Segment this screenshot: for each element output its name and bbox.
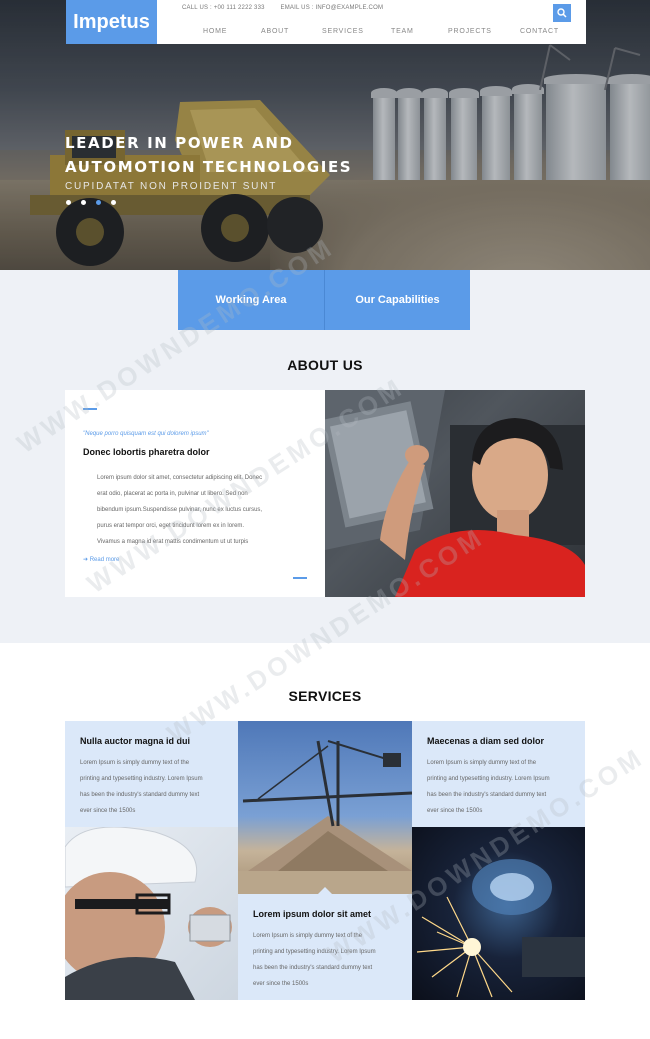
search-button[interactable] bbox=[553, 4, 571, 22]
about-line: Lorem ipsum dolor sit amet, consectetur … bbox=[97, 475, 263, 481]
accent-bar bbox=[83, 408, 97, 410]
engineer-photo bbox=[65, 827, 238, 1000]
service-line: has been the industry's standard dummy t… bbox=[80, 792, 200, 798]
service-line: printing and typesetting industry. Lorem… bbox=[253, 949, 376, 955]
nav-home[interactable]: HOME bbox=[203, 28, 261, 35]
service-line: ever since the 1500s bbox=[427, 808, 483, 814]
crane-illustration bbox=[238, 740, 412, 894]
nav-projects[interactable]: PROJECTS bbox=[448, 28, 520, 35]
feature-tabs: Working Area Our Capabilities bbox=[178, 270, 470, 330]
hero-subtitle: CUPIDATAT NON PROIDENT SUNT bbox=[65, 181, 278, 192]
service-card-1: Nulla auctor magna id dui Lorem Ipsum is… bbox=[65, 721, 238, 827]
slider-dot-1[interactable] bbox=[66, 200, 71, 205]
notch bbox=[318, 887, 332, 894]
service-line: ever since the 1500s bbox=[80, 808, 136, 814]
nav-about[interactable]: ABOUT bbox=[261, 28, 322, 35]
slider-dots bbox=[66, 200, 116, 205]
about-line: erat odio, placerat ac porta in, pulvina… bbox=[97, 491, 248, 497]
tab-our-capabilities[interactable]: Our Capabilities bbox=[324, 270, 470, 330]
service-card-3: Lorem ipsum dolor sit amet Lorem Ipsum i… bbox=[238, 894, 412, 1000]
service-line: printing and typesetting industry. Lorem… bbox=[80, 776, 203, 782]
hero-title: LEADER IN POWER AND AUTOMOTION TECHNOLOG… bbox=[65, 134, 353, 176]
about-line: bibendum ipsum.Suspendisse pulvinar, nun… bbox=[97, 507, 263, 513]
read-more-link[interactable]: ➜ Read more bbox=[83, 556, 119, 563]
service-line: printing and typesetting industry. Lorem… bbox=[427, 776, 550, 782]
slider-dot-2[interactable] bbox=[81, 200, 86, 205]
slider-dot-4[interactable] bbox=[111, 200, 116, 205]
nav-contact[interactable]: CONTACT bbox=[520, 28, 559, 35]
about-body: Lorem ipsum dolor sit amet, consectetur … bbox=[97, 470, 297, 550]
service-title: Lorem ipsum dolor sit amet bbox=[253, 909, 372, 919]
contact-email[interactable]: EMAIL US : INFO@EXAMPLE.COM bbox=[281, 5, 384, 11]
service-text: Lorem Ipsum is simply dummy text of the … bbox=[80, 755, 225, 819]
service-text: Lorem Ipsum is simply dummy text of the … bbox=[427, 755, 572, 819]
nav-services[interactable]: SERVICES bbox=[322, 28, 391, 35]
services-title: SERVICES bbox=[288, 688, 362, 704]
nav-team[interactable]: TEAM bbox=[391, 28, 448, 35]
contact-phone: CALL US : +00 111 2222 333 bbox=[182, 5, 265, 11]
about-line: purus erat tempor orci, eget tincidunt l… bbox=[97, 523, 245, 529]
main-nav: HOME ABOUT SERVICES TEAM PROJECTS CONTAC… bbox=[203, 28, 559, 35]
service-line: Lorem Ipsum is simply dummy text of the bbox=[427, 760, 537, 766]
slider-dot-3[interactable] bbox=[96, 200, 101, 205]
service-line: has been the industry's standard dummy t… bbox=[427, 792, 547, 798]
service-title: Nulla auctor magna id dui bbox=[80, 736, 191, 746]
service-text: Lorem Ipsum is simply dummy text of the … bbox=[253, 928, 398, 992]
engineer-illustration bbox=[65, 827, 232, 1000]
about-line: Vivamus a magna id erat mattis condiment… bbox=[97, 539, 249, 545]
service-title: Maecenas a diam sed dolor bbox=[427, 736, 545, 746]
service-line: has been the industry's standard dummy t… bbox=[253, 965, 373, 971]
tab-working-area[interactable]: Working Area bbox=[178, 270, 324, 330]
arrow-right-icon: ➜ bbox=[83, 557, 89, 563]
service-line: ever since the 1500s bbox=[253, 981, 309, 987]
worker-illustration bbox=[325, 390, 585, 597]
sparks-illustration bbox=[416, 859, 585, 998]
about-heading: Donec lobortis pharetra dolor bbox=[83, 447, 210, 457]
site-header: Impetus CALL US : +00 111 2222 333 EMAIL… bbox=[66, 0, 586, 44]
read-more-label: Read more bbox=[89, 557, 120, 563]
about-worker-photo bbox=[325, 390, 585, 597]
about-title: ABOUT US bbox=[287, 357, 363, 373]
search-icon bbox=[557, 8, 567, 18]
contact-info: CALL US : +00 111 2222 333 EMAIL US : IN… bbox=[182, 5, 383, 11]
service-line: Lorem Ipsum is simply dummy text of the bbox=[80, 760, 190, 766]
crane-photo bbox=[238, 721, 412, 894]
site-logo[interactable]: Impetus bbox=[66, 0, 157, 44]
about-quote: "Neque porro quisquam est qui dolorem ip… bbox=[83, 431, 209, 437]
accent-bar bbox=[293, 577, 307, 579]
service-line: Lorem Ipsum is simply dummy text of the bbox=[253, 933, 363, 939]
welding-photo bbox=[412, 827, 585, 1000]
about-card: "Neque porro quisquam est qui dolorem ip… bbox=[65, 390, 325, 597]
service-card-2: Maecenas a diam sed dolor Lorem Ipsum is… bbox=[412, 721, 585, 827]
